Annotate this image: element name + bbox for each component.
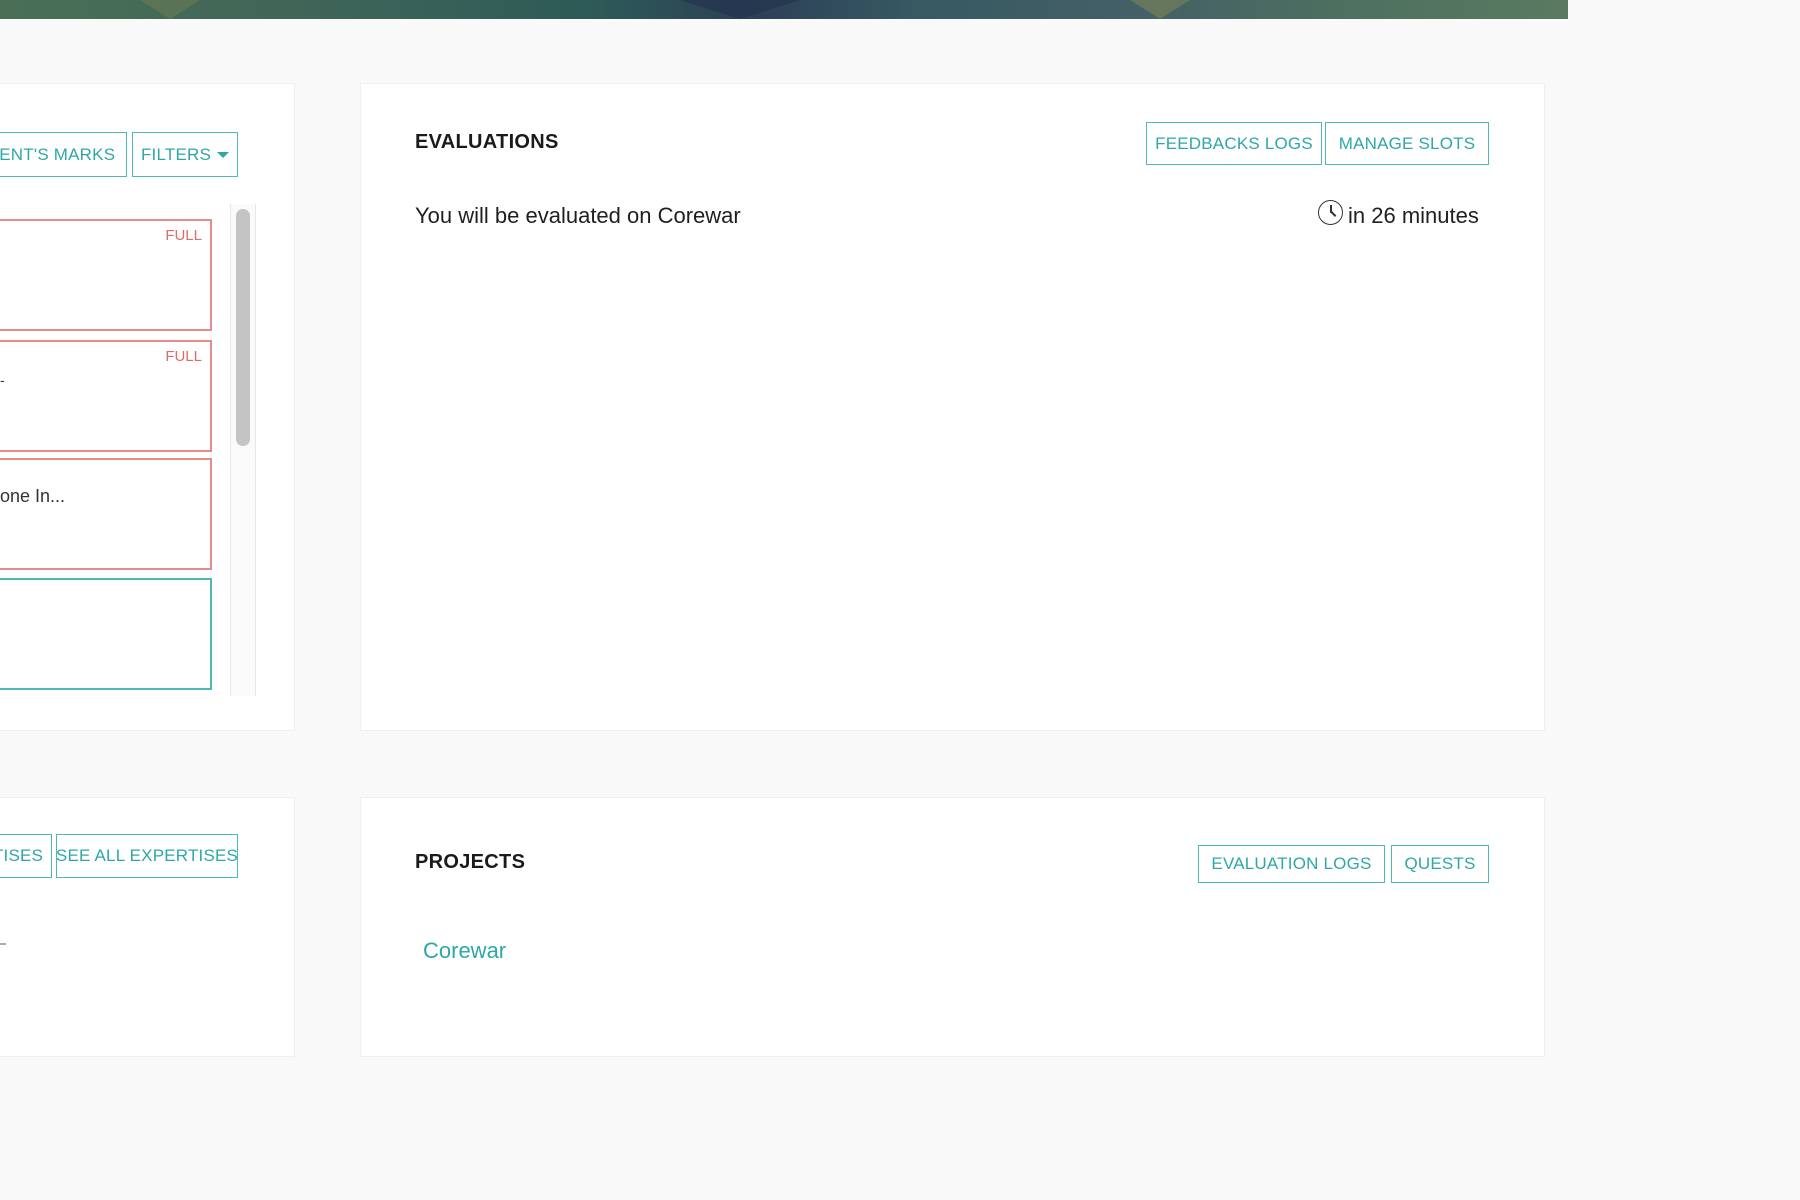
header-banner (0, 0, 1568, 19)
slot-text: one In... (0, 486, 66, 506)
slot-item[interactable]: FULL - (0, 340, 212, 452)
banner-shape (1130, 0, 1190, 19)
see-all-expertises-button[interactable]: SEE ALL EXPERTISES (56, 834, 238, 878)
slot-status: FULL (165, 348, 202, 365)
projects-title: PROJECTS (415, 851, 526, 873)
slot-item[interactable] (0, 578, 212, 690)
quests-button-label: QUESTS (1404, 854, 1476, 873)
evaluations-card (360, 83, 1545, 731)
chevron-down-icon (217, 151, 230, 158)
manage-slots-button-label: MANAGE SLOTS (1338, 133, 1476, 153)
see-all-expertises-button-label: SEE ALL EXPERTISES (55, 846, 239, 865)
feedbacks-logs-button-label: FEEDBACKS LOGS (1155, 133, 1313, 153)
clock-icon (1318, 200, 1343, 225)
banner-shape (140, 0, 200, 19)
evaluation-logs-button-label: EVALUATION LOGS (1211, 854, 1372, 873)
scrollbar-thumb[interactable] (236, 209, 250, 446)
evaluations-title: EVALUATIONS (415, 131, 559, 153)
students-marks-button[interactable]: VENT'S MARKS (0, 132, 127, 177)
slot-text: - (0, 372, 5, 388)
quests-button[interactable]: QUESTS (1391, 845, 1489, 883)
banner-shape (680, 0, 800, 19)
slot-status: FULL (165, 227, 202, 244)
add-expertises-button-label: TISES (0, 846, 44, 865)
filters-button-label: FILTERS (140, 144, 212, 164)
add-expertises-button[interactable]: TISES (0, 834, 52, 878)
filters-button[interactable]: FILTERS (132, 132, 238, 177)
divider (0, 943, 6, 945)
slot-item[interactable]: one In... (0, 458, 212, 570)
evaluation-logs-button[interactable]: EVALUATION LOGS (1198, 845, 1385, 883)
manage-slots-button[interactable]: MANAGE SLOTS (1325, 122, 1489, 165)
evaluation-item-text: You will be evaluated on Corewar (415, 203, 741, 228)
evaluation-item-time: in 26 minutes (1348, 203, 1479, 228)
project-link-corewar[interactable]: Corewar (423, 938, 506, 964)
students-marks-button-label: VENT'S MARKS (0, 144, 116, 164)
projects-card (360, 797, 1545, 1057)
feedbacks-logs-button[interactable]: FEEDBACKS LOGS (1146, 122, 1322, 165)
slot-item[interactable]: FULL (0, 219, 212, 331)
